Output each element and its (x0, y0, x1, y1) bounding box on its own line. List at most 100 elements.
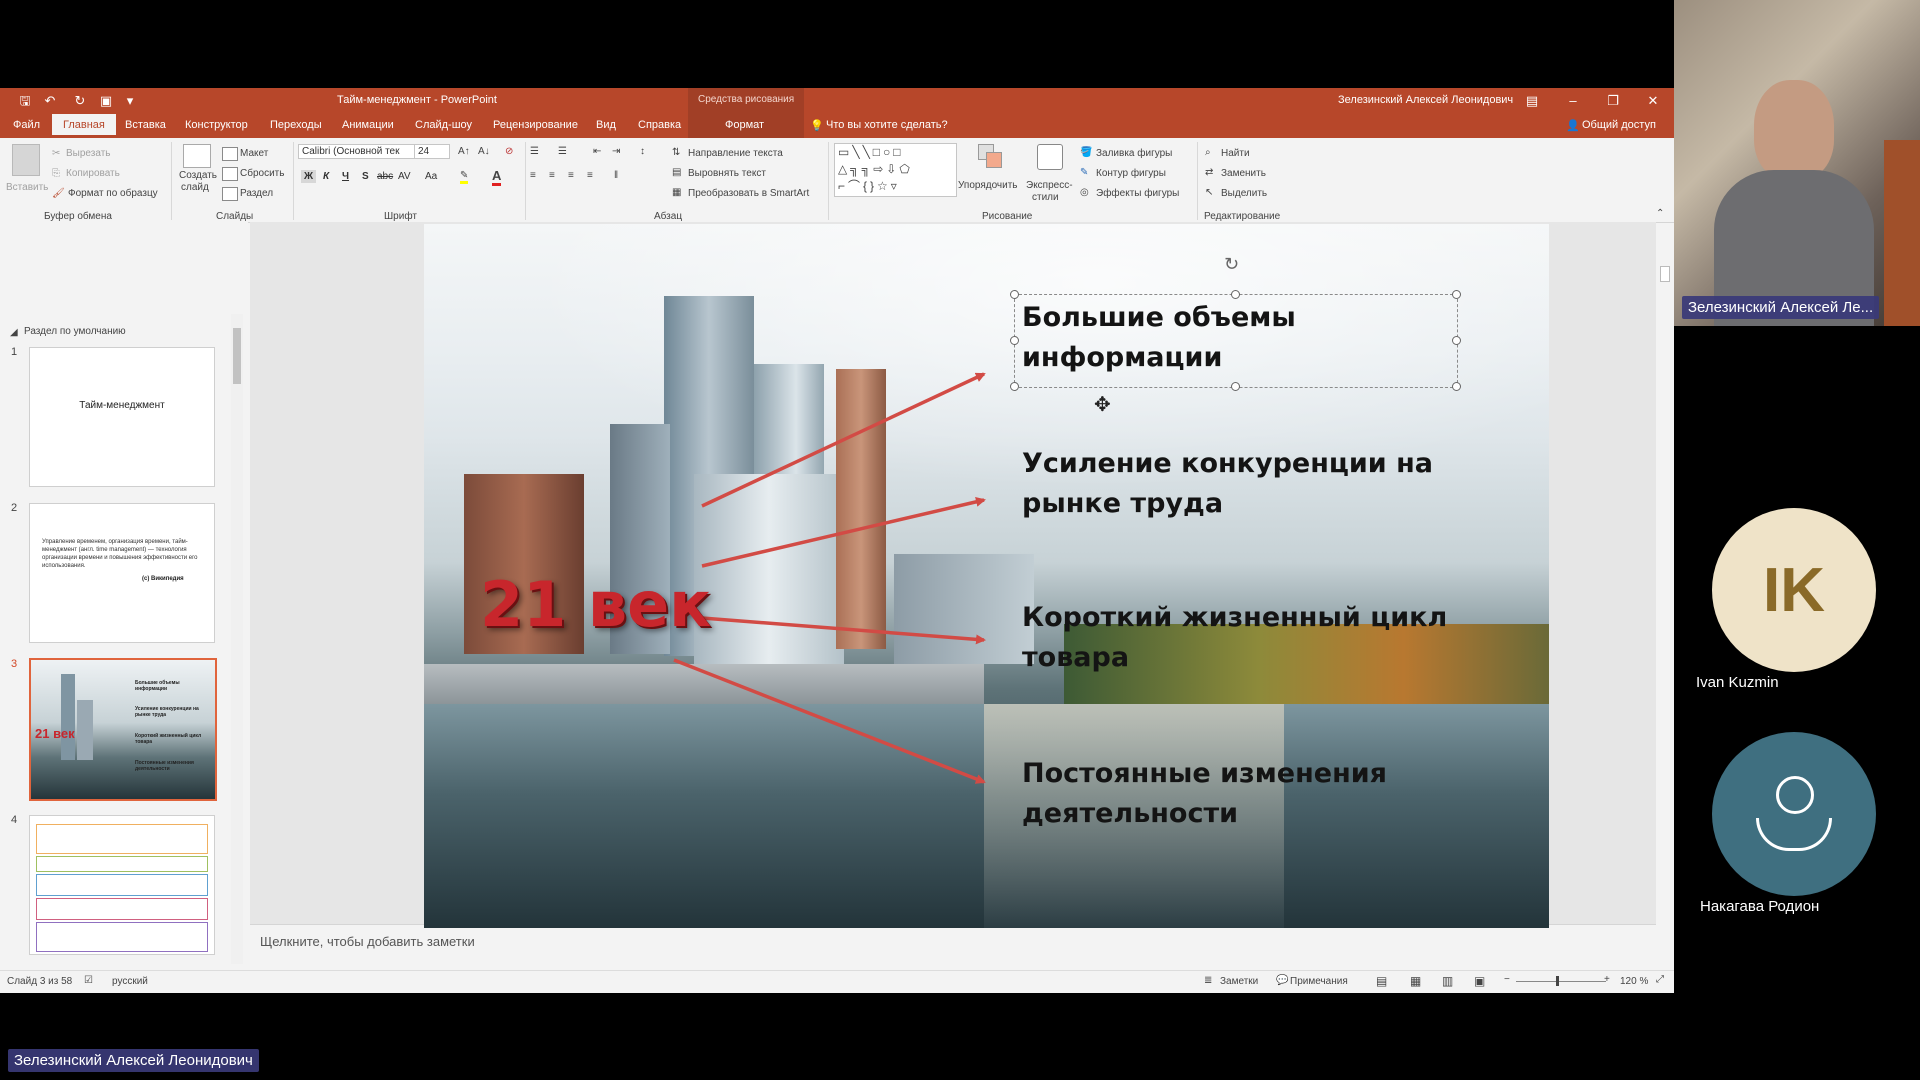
item-1[interactable]: Большие объемы информации (1022, 298, 1296, 378)
shape-fill-button[interactable]: Заливка фигуры (1096, 148, 1172, 159)
find-button[interactable]: Найти (1221, 148, 1250, 159)
shape-effects-button[interactable]: Эффекты фигуры (1096, 188, 1179, 199)
align-text-button[interactable]: Выровнять текст (688, 168, 766, 179)
tab-insert[interactable]: Вставка (125, 119, 166, 131)
notes-button[interactable]: Заметки (1220, 976, 1258, 987)
section-label[interactable]: Раздел по умолчанию (24, 326, 126, 337)
align-left-icon[interactable]: ≡ (530, 170, 536, 181)
notes-placeholder[interactable]: Щелкните, чтобы добавить заметки (260, 934, 475, 949)
slide-canvas[interactable]: 21 век ↻ Большие объемы информации ✥ Уси… (424, 224, 1549, 928)
resize-handle[interactable] (1452, 382, 1461, 391)
shapes-gallery[interactable]: ▭╲╲□○□ △╗╗⇨⇩⬠ ⌐⌒{}☆▿ (834, 143, 957, 197)
tell-me-box[interactable]: Что вы хотите сделать? (826, 119, 948, 131)
reading-view-icon[interactable]: ▥ (1442, 974, 1453, 988)
close-icon[interactable]: ✕ (1633, 88, 1673, 114)
present-icon[interactable]: ▣ (98, 93, 114, 109)
signed-in-user[interactable]: Зелезинский Алексей Леонидович (1338, 94, 1513, 106)
resize-handle[interactable] (1231, 382, 1240, 391)
redo-icon[interactable]: ↻ (72, 93, 88, 109)
tab-help[interactable]: Справка (638, 119, 681, 131)
char-spacing-button[interactable]: AV (398, 171, 411, 182)
zoom-slider-handle[interactable] (1556, 976, 1559, 986)
new-slide-icon[interactable] (183, 144, 211, 168)
item-2[interactable]: Усиление конкуренции на рынке труда (1022, 444, 1433, 524)
align-right-icon[interactable]: ≡ (568, 170, 574, 181)
customize-qat-icon[interactable]: ▾ (122, 93, 138, 109)
font-color-icon[interactable]: A (492, 168, 502, 186)
scrollbar-thumb[interactable] (233, 328, 241, 384)
slide-thumb-4[interactable] (29, 815, 215, 955)
slide-thumb-1[interactable]: Тайм-менеджмент (29, 347, 215, 487)
spellcheck-icon[interactable]: ☑ (84, 975, 93, 986)
replace-button[interactable]: Заменить (1221, 168, 1266, 179)
change-case-button[interactable]: Aa (425, 171, 437, 182)
tab-design[interactable]: Конструктор (185, 119, 248, 131)
decrease-indent-icon[interactable]: ⇤ (593, 146, 601, 157)
save-icon[interactable]: 🖫 (17, 93, 33, 109)
line-spacing-icon[interactable]: ↕ (640, 146, 645, 157)
bullets-icon[interactable]: ☰ (530, 146, 539, 157)
item-4[interactable]: Постоянные изменения деятельности (1022, 754, 1387, 834)
language-indicator[interactable]: русский (112, 976, 148, 987)
shape-outline-button[interactable]: Контур фигуры (1096, 168, 1166, 179)
zoom-in-icon[interactable]: + (1604, 974, 1610, 985)
tab-file[interactable]: Файл (13, 119, 40, 131)
format-painter-button[interactable]: Формат по образцу (68, 188, 158, 199)
zoom-out-icon[interactable]: − (1504, 974, 1510, 985)
tab-format[interactable]: Формат (725, 119, 764, 131)
comments-button[interactable]: Примечания (1290, 976, 1348, 987)
new-slide-button[interactable]: Создать (179, 170, 217, 181)
resize-handle[interactable] (1452, 336, 1461, 345)
resize-handle[interactable] (1010, 336, 1019, 345)
quick-styles-button-line2[interactable]: стили (1032, 192, 1059, 203)
cut-button[interactable]: Вырезать (66, 148, 110, 159)
restore-icon[interactable]: ❐ (1593, 88, 1633, 114)
columns-icon[interactable]: ‖ (614, 170, 618, 181)
arrange-icon[interactable] (978, 144, 1002, 168)
quick-styles-icon[interactable] (1037, 144, 1063, 170)
increase-indent-icon[interactable]: ⇥ (612, 146, 620, 157)
fit-slide-icon[interactable]: ⤢ (1656, 974, 1664, 985)
tab-review[interactable]: Рецензирование (493, 119, 578, 131)
strikethrough-button[interactable]: abc (377, 171, 393, 182)
editor-scrollbar[interactable] (1658, 224, 1670, 924)
justify-icon[interactable]: ≡ (587, 170, 593, 181)
undo-icon[interactable]: ↶ (42, 93, 58, 109)
align-center-icon[interactable]: ≡ (549, 170, 555, 181)
numbering-icon[interactable]: ☰ (558, 146, 567, 157)
underline-button[interactable]: Ч (342, 171, 349, 182)
text-direction-button[interactable]: Направление текста (688, 148, 783, 159)
notes-pane[interactable]: Щелкните, чтобы добавить заметки (250, 924, 1656, 971)
tab-slideshow[interactable]: Слайд-шоу (415, 119, 472, 131)
paste-icon[interactable] (12, 144, 40, 176)
copy-button[interactable]: Копировать (66, 168, 120, 179)
reset-button[interactable]: Сбросить (240, 168, 284, 179)
quick-styles-button[interactable]: Экспресс- (1026, 180, 1073, 191)
grow-font-icon[interactable]: A↑ (458, 146, 470, 157)
section-collapse-icon[interactable]: ◢ (10, 327, 18, 338)
collapse-ribbon-icon[interactable]: ⌃ (1656, 208, 1664, 219)
resize-handle[interactable] (1452, 290, 1461, 299)
normal-view-icon[interactable]: ▤ (1376, 974, 1387, 988)
zoom-slider[interactable] (1516, 976, 1606, 986)
minimize-icon[interactable]: – (1553, 88, 1593, 114)
tab-view[interactable]: Вид (596, 119, 616, 131)
slide-sorter-icon[interactable]: ▦ (1410, 974, 1421, 988)
tab-transitions[interactable]: Переходы (270, 119, 322, 131)
resize-handle[interactable] (1010, 290, 1019, 299)
participant-avatar-default[interactable] (1712, 732, 1876, 896)
tab-home[interactable]: Главная (52, 114, 116, 135)
highlight-icon[interactable]: ✎ (460, 170, 469, 184)
clear-format-icon[interactable]: ⊘ (505, 146, 513, 157)
shadow-button[interactable]: S (362, 171, 369, 182)
font-name-box[interactable]: Calibri (Основной тек (298, 144, 416, 159)
tab-animations[interactable]: Анимации (342, 119, 394, 131)
ribbon-display-icon[interactable]: ▤ (1512, 88, 1552, 114)
thumbs-scrollbar[interactable] (231, 314, 243, 964)
paste-button[interactable]: Вставить (6, 182, 48, 193)
participant-avatar-ik[interactable]: IK (1712, 508, 1876, 672)
slide-thumb-3[interactable]: 21 век Большие объемы информации Усилени… (29, 658, 217, 801)
section-button[interactable]: Раздел (240, 188, 273, 199)
italic-button[interactable]: К (323, 171, 329, 182)
slide-thumb-2[interactable]: Управление временем, организация времени… (29, 503, 215, 643)
